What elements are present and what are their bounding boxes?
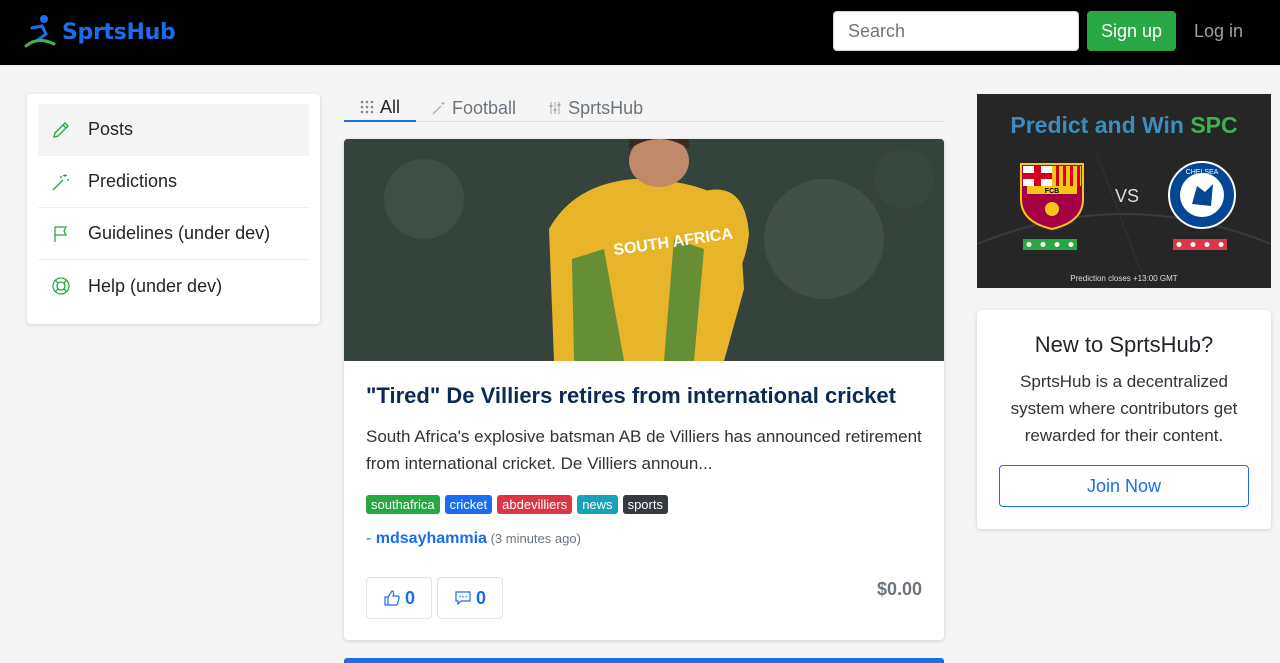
post-actions: 0 0 [366,577,503,619]
like-count: 0 [404,587,415,608]
sidebar-item-guidelines[interactable]: Guidelines (under dev) [38,208,309,260]
promo-title-spc: SPC [1190,112,1238,138]
sidebar-item-predictions[interactable]: Predictions [38,156,309,208]
grid-icon [360,100,374,114]
post-image[interactable]: SOUTH AFRICA [344,139,944,361]
sidebar-item-help[interactable]: Help (under dev) [38,260,309,312]
home-crest-text: FCB [1045,188,1059,195]
sidebar-item-label: Predictions [88,171,178,191]
magic-wand-icon [50,171,72,193]
tab-label: Football [452,97,517,118]
tag-sports[interactable]: sports [622,495,668,515]
sidebar-item-label: Help (under dev) [88,275,223,296]
post-payout: $0.00 [876,579,922,599]
tag-list: southafrica cricket abdevilliers news sp… [366,495,922,515]
tab-football[interactable]: Football [416,94,532,122]
tab-sprtshub[interactable]: SprtsHub [532,94,659,122]
promo-title-text: Predict and Win [1010,112,1191,138]
tag-abdevilliers[interactable]: abdevilliers [497,495,573,515]
post-card: SOUTH AFRICA "Tired" De Villiers retires… [344,139,944,640]
post-excerpt: South Africa's explosive batsman AB de V… [366,427,922,474]
cricketer-photo: SOUTH AFRICA [344,139,944,361]
brand-logo[interactable]: SprtsHub [24,14,176,50]
pencil-icon [50,119,72,141]
like-button[interactable]: 0 [366,577,432,619]
tag-news[interactable]: news [577,495,618,515]
tab-label: All [380,96,401,117]
lifebuoy-icon [50,275,72,297]
flag-icon [50,223,72,245]
login-link[interactable]: Log in [1194,21,1243,42]
prediction-promo-banner[interactable]: FCB CHELSEA Predict and Win SPC VS Predi… [977,94,1271,288]
promo-vs: VS [1115,186,1140,206]
runner-logo-icon [24,15,56,48]
promo-footer: Prediction closes +13:00 GMT [1070,274,1178,283]
tab-all[interactable]: All [344,94,417,122]
magic-wand-icon [432,102,445,115]
brand-name: SprtsHub [62,19,176,45]
post-time: (3 minutes ago) [490,531,581,547]
signup-promo-text: SprtsHub is a decentralized system where… [1010,372,1238,445]
tag-cricket[interactable]: cricket [444,495,493,515]
away-crest-text: CHELSEA [1186,169,1219,176]
post-title[interactable]: "Tired" De Villiers retires from interna… [366,383,922,409]
author-line: - mdsayhammia (3 minutes ago) [366,530,922,548]
sidebar-item-label: Guidelines (under dev) [88,223,271,243]
signup-button[interactable]: Sign up [1087,11,1176,51]
signup-promo-heading: New to SprtsHub? [1034,332,1214,357]
signup-promo-card: New to SprtsHub? SprtsHub is a decentral… [977,310,1271,529]
author-link[interactable]: mdsayhammia [376,530,487,547]
sidebar-item-label: Posts [88,119,134,139]
feed-tabs: All Football SprtsHub [344,94,944,122]
comment-count: 0 [475,587,486,608]
comment-icon [455,591,471,606]
top-navbar: SprtsHub Sign up Log in [0,0,1280,65]
join-now-button[interactable]: Join Now [999,465,1249,507]
sliders-icon [549,102,561,114]
promo-title: Predict and Win SPC [977,112,1271,139]
barcelona-crest-icon: FCB [1020,163,1084,231]
sidebar-item-posts[interactable]: Posts [38,104,309,156]
author-prefix: - [366,530,376,548]
chelsea-crest-icon: CHELSEA [1168,161,1236,229]
search-input[interactable] [833,11,1079,51]
comment-button[interactable]: 0 [437,577,503,619]
next-post-card [344,658,944,663]
sidebar-menu: Posts Predictions Guidelines (under dev)… [27,94,320,324]
tab-label: SprtsHub [568,97,644,118]
tag-southafrica[interactable]: southafrica [366,495,440,515]
thumbs-up-icon [384,590,400,606]
